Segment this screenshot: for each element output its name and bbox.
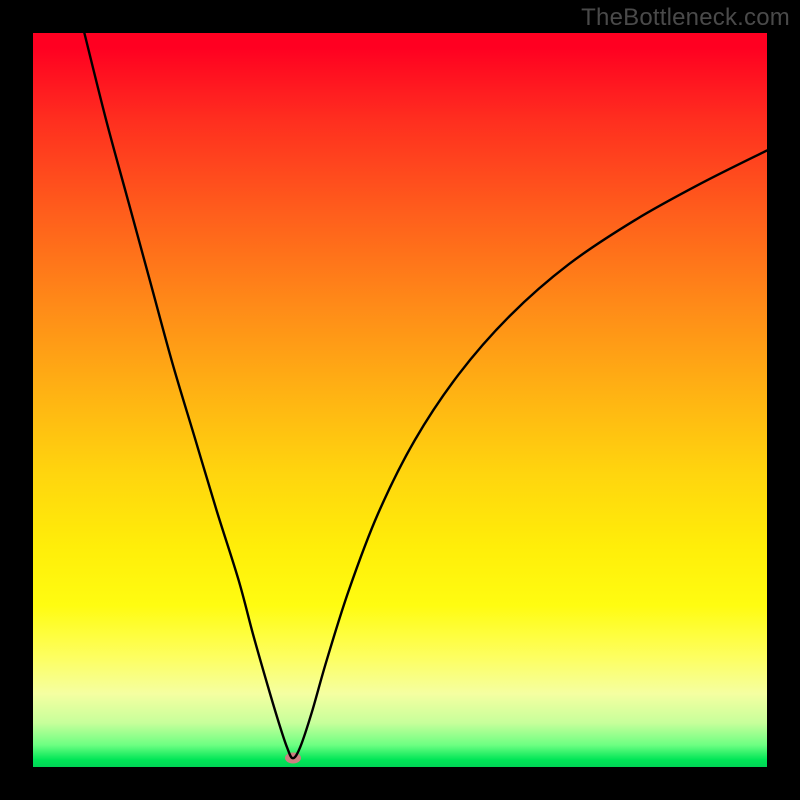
watermark-text: TheBottleneck.com [581,4,790,32]
chart-frame: TheBottleneck.com [0,0,800,800]
bottleneck-curve [84,33,767,758]
chart-svg [33,33,767,767]
